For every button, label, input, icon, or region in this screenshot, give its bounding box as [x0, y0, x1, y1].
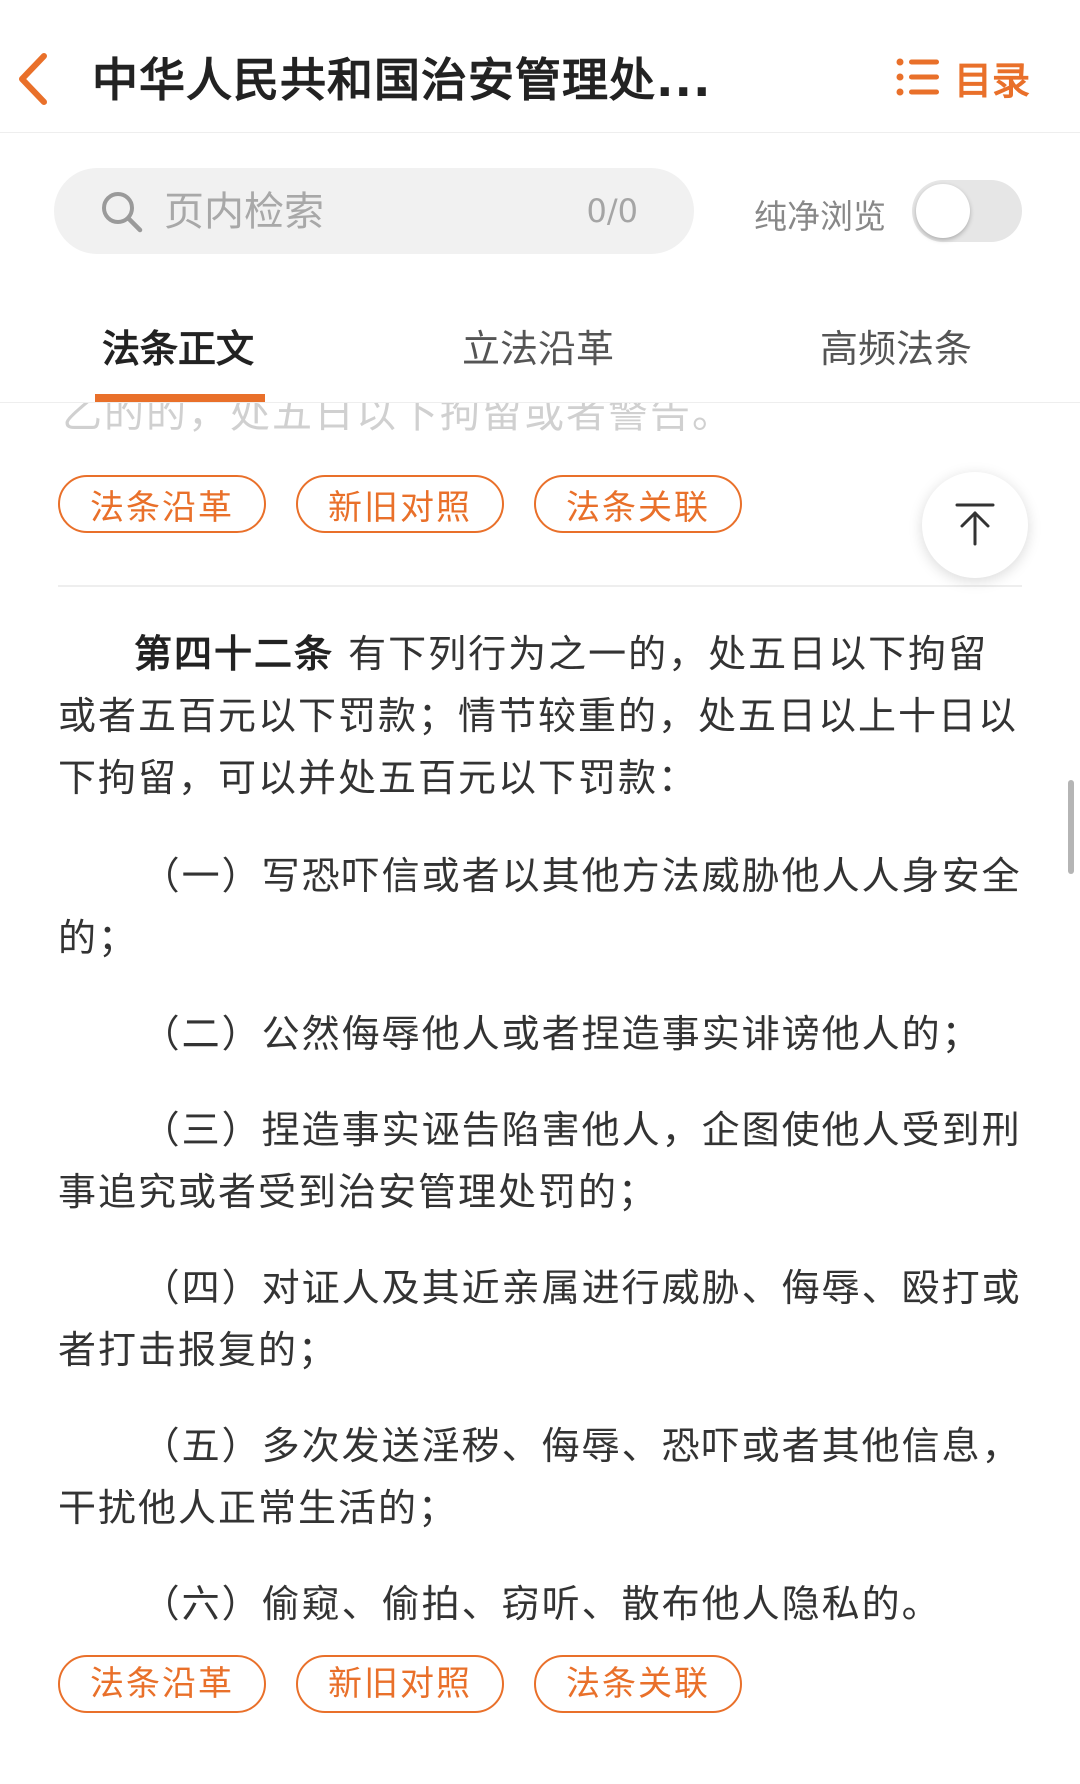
- article-item: （二）公然侮辱他人或者捏造事实诽谤他人的；: [141, 1012, 982, 1056]
- divider: [58, 585, 1022, 587]
- top-bar: 中华人民共和国治安管理处... 目录: [0, 0, 1080, 133]
- compare-chip-button[interactable]: 新旧对照: [296, 475, 504, 533]
- article-42: 第四十二条 有下列行为之一的，处五日以下拘留或者五百元以下罚款；情节较重的，处五…: [58, 623, 1022, 1713]
- pure-view-label: 纯净浏览: [754, 197, 886, 236]
- history-chip-button[interactable]: 法条沿革: [58, 1655, 266, 1713]
- related-chip-button[interactable]: 法条关联: [534, 475, 742, 533]
- article-item: （四）对证人及其近亲属进行威胁、侮辱、殴打或者打击报复的；: [58, 1266, 1022, 1372]
- tab-bar: 法条正文 立法沿革 高频法条: [0, 290, 1080, 403]
- active-tab-indicator: [95, 394, 265, 402]
- toc-label: 目录: [953, 58, 1030, 103]
- search-bar[interactable]: 0/0: [54, 168, 694, 254]
- article-lead: 第四十二条 有下列行为之一的，处五日以下拘留或者五百元以下罚款；情节较重的，处五…: [58, 623, 1022, 809]
- article-number: 第四十二条: [134, 632, 335, 676]
- page-title: 中华人民共和国治安管理处...: [92, 53, 712, 107]
- article-actions-bottom: 法条沿革 新旧对照 法条关联: [58, 1655, 1022, 1713]
- search-result-count: 0/0: [586, 192, 639, 230]
- scroll-to-top-button[interactable]: [922, 472, 1028, 578]
- search-input[interactable]: [162, 178, 526, 246]
- article-item: （三）捏造事实诬告陷害他人，企图使他人受到刑事追究或者受到治安管理处罚的；: [58, 1108, 1022, 1214]
- article-item: （六）偷窥、偷拍、窃听、散布他人隐私的。: [141, 1582, 942, 1626]
- article-item: （一）写恐吓信或者以其他方法威胁他人人身安全的；: [58, 854, 1022, 960]
- tab-frequent-articles[interactable]: 高频法条: [820, 318, 972, 373]
- history-chip-button[interactable]: 法条沿革: [58, 475, 266, 533]
- article-actions-top: 法条沿革 新旧对照 法条关联: [58, 475, 742, 533]
- previous-article-tail: 乙的的，处五日以下拘留或者警告。: [62, 403, 734, 437]
- back-chevron-icon[interactable]: [10, 48, 58, 110]
- compare-chip-button[interactable]: 新旧对照: [296, 1655, 504, 1713]
- tab-law-text[interactable]: 法条正文: [102, 318, 254, 373]
- article-item: （五）多次发送淫秽、侮辱、恐吓或者其他信息，干扰他人正常生活的；: [58, 1424, 1022, 1530]
- scrollbar-thumb[interactable]: [1068, 780, 1074, 874]
- toc-button[interactable]: 目录: [896, 52, 1030, 103]
- article-content: 乙的的，处五日以下拘留或者警告。 法条沿革 新旧对照 法条关联 第四十二条 有下…: [0, 403, 1080, 1784]
- search-icon: [100, 190, 144, 234]
- pure-view-toggle[interactable]: [912, 180, 1022, 242]
- arrow-up-to-top-icon: [955, 502, 995, 546]
- list-icon: [896, 57, 940, 97]
- tab-legislative-history[interactable]: 立法沿革: [462, 318, 614, 373]
- toggle-knob: [916, 184, 970, 238]
- related-chip-button[interactable]: 法条关联: [534, 1655, 742, 1713]
